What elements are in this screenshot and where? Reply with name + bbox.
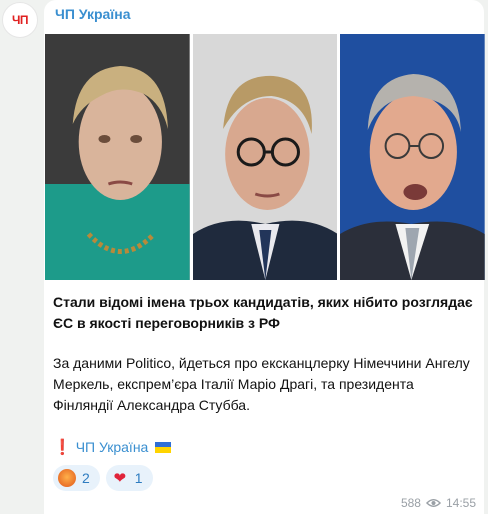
photo-3[interactable] [340, 34, 486, 280]
reaction-heart[interactable]: ❤ 1 [105, 465, 153, 491]
message-time: 14:55 [445, 496, 476, 510]
message-bubble: ЧП Україна Стали відомі імена трьох канд… [44, 0, 486, 514]
post-signature: ❗ ЧП Україна [53, 438, 172, 456]
red-heart-icon: ❤ [113, 469, 127, 487]
message-meta: 588 14:55 [401, 496, 476, 510]
reaction-angry[interactable]: 2 [53, 465, 100, 491]
signature-link[interactable]: ЧП Україна [76, 439, 149, 455]
reaction-count: 1 [134, 470, 143, 486]
exclamation-icon: ❗ [53, 439, 72, 456]
photo-1[interactable] [45, 34, 190, 280]
post-body: За даними Politico, йдеться про ексканцл… [53, 355, 470, 413]
channel-name[interactable]: ЧП Україна [55, 6, 131, 22]
angry-face-icon [58, 469, 76, 487]
channel-avatar-text: ЧП [11, 13, 29, 27]
photo-collage [45, 34, 486, 280]
photo-2[interactable] [192, 34, 338, 280]
ukraine-flag-icon [155, 441, 172, 453]
reactions-bar: 2 ❤ 1 [53, 465, 153, 491]
channel-avatar[interactable]: ЧП [2, 2, 38, 38]
eye-icon [425, 499, 441, 507]
reaction-count: 2 [82, 470, 90, 486]
view-count: 588 [400, 496, 421, 510]
post-title: Стали відомі імена трьох кандидатів, яки… [53, 294, 473, 331]
